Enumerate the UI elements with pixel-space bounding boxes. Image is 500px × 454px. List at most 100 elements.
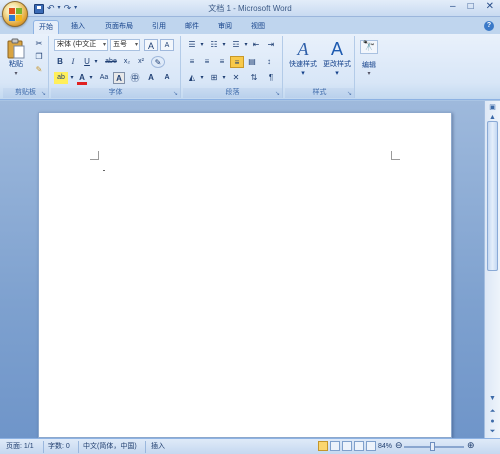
clipboard-group: 粘贴 ▾ ✂ ❐ ✎ 剪贴板 ↘: [3, 36, 49, 98]
zoom-level[interactable]: 84%: [378, 442, 392, 452]
insert-mode[interactable]: 插入: [151, 442, 165, 452]
scroll-thumb[interactable]: [487, 121, 498, 271]
numbering-dropdown-icon[interactable]: ▾: [221, 39, 227, 51]
show-marks-icon[interactable]: ¶: [264, 72, 278, 84]
full-screen-reading-icon[interactable]: [330, 441, 340, 451]
document-page[interactable]: [38, 112, 452, 438]
help-icon[interactable]: ?: [484, 21, 494, 31]
chevron-down-icon: ▾: [102, 42, 106, 48]
styles-launcher-icon[interactable]: ↘: [347, 90, 352, 97]
increase-indent-icon[interactable]: ⇥: [264, 39, 278, 51]
change-styles-button[interactable]: A 更改样式 ▾: [321, 38, 353, 84]
font-size-select[interactable]: 五号 ▾: [110, 39, 140, 51]
quick-styles-button[interactable]: A 快速样式 ▾: [287, 38, 319, 84]
styles-group-label: 样式: [285, 88, 354, 98]
highlight-dropdown-icon[interactable]: ▾: [69, 72, 75, 84]
phonetic-guide-button[interactable]: A: [161, 72, 173, 84]
margin-mark-top-right: [391, 151, 400, 160]
paste-dropdown-icon[interactable]: ▾: [5, 70, 27, 77]
subscript-button[interactable]: x₂: [121, 56, 133, 68]
restore-button[interactable]: □: [468, 1, 474, 12]
tab-insert[interactable]: 插入: [66, 20, 90, 34]
bold-button[interactable]: B: [55, 56, 65, 68]
highlight-button[interactable]: ab: [54, 72, 68, 84]
styles-group: A 快速样式 ▾ A 更改样式 ▾ 样式 ↘: [285, 36, 355, 98]
sort-icon[interactable]: ⇅: [247, 72, 261, 84]
clear-formatting-icon[interactable]: ✎: [151, 56, 165, 68]
strikethrough-button[interactable]: abe: [103, 56, 119, 68]
editing-label: 编辑: [362, 62, 376, 69]
baidu-watermark: Bai经验 jingyan.baidu.com: [384, 404, 445, 429]
editing-group[interactable]: 🔭 编辑 ▾: [357, 36, 381, 98]
tab-page-layout[interactable]: 页面布局: [100, 20, 138, 34]
clipboard-launcher-icon[interactable]: ↘: [41, 90, 46, 97]
tab-references[interactable]: 引用: [147, 20, 171, 34]
quick-styles-icon: A: [297, 39, 309, 59]
superscript-button[interactable]: x²: [135, 56, 147, 68]
outline-view-icon[interactable]: [354, 441, 364, 451]
print-layout-icon[interactable]: [318, 441, 328, 451]
bullets-dropdown-icon[interactable]: ▾: [199, 39, 205, 51]
zoom-slider-knob[interactable]: [430, 442, 435, 451]
status-divider: [145, 441, 146, 453]
document-workspace: [0, 101, 484, 438]
watermark-subtext: jingyan.baidu.com: [384, 422, 446, 429]
shading-icon[interactable]: ◭: [185, 72, 199, 84]
format-painter-icon[interactable]: ✎: [33, 64, 45, 75]
italic-button[interactable]: I: [68, 56, 78, 68]
vertical-scrollbar[interactable]: ▣ ▲ ▼ ⏶ ● ⏷: [484, 101, 500, 438]
line-spacing-icon[interactable]: ↕: [262, 56, 276, 68]
change-case-button[interactable]: Aa: [97, 72, 111, 84]
borders-icon[interactable]: ⊞: [207, 72, 221, 84]
enclose-character-button[interactable]: ㊥: [129, 72, 141, 84]
chevron-down-icon: ▾: [134, 42, 138, 48]
minimize-button[interactable]: –: [450, 1, 456, 12]
language-indicator[interactable]: 中文(简体，中国): [83, 442, 137, 452]
scroll-down-icon[interactable]: ▼: [486, 393, 499, 404]
font-launcher-icon[interactable]: ↘: [173, 90, 178, 97]
page-count[interactable]: 页面: 1/1: [6, 442, 34, 452]
bullets-icon[interactable]: ☰: [185, 39, 199, 51]
office-button[interactable]: [2, 1, 28, 27]
paste-icon: [7, 38, 25, 59]
draft-view-icon[interactable]: [366, 441, 376, 451]
align-right-icon[interactable]: ≡: [215, 56, 229, 68]
zoom-out-icon[interactable]: ⊖: [395, 440, 403, 450]
web-layout-icon[interactable]: [342, 441, 352, 451]
chevron-down-icon: ▾: [301, 70, 305, 77]
underline-button[interactable]: U: [82, 56, 92, 68]
copy-icon[interactable]: ❐: [33, 51, 45, 62]
tab-home[interactable]: 开始: [33, 20, 59, 34]
grow-font-button[interactable]: A: [144, 39, 158, 51]
align-left-icon[interactable]: ≡: [185, 56, 199, 68]
font-color-button[interactable]: A: [77, 72, 87, 85]
asian-layout-icon[interactable]: ✕: [229, 72, 243, 84]
numbering-icon[interactable]: ☷: [207, 39, 221, 51]
justify-icon[interactable]: ≡: [230, 56, 244, 68]
paragraph-launcher-icon[interactable]: ↘: [275, 90, 280, 97]
title-bar: ↶ ▾ ↷ ▾ 文档 1 - Microsoft Word – □ ✕: [0, 0, 500, 17]
paste-button[interactable]: 粘贴 ▾: [5, 38, 27, 84]
character-border-button[interactable]: A: [145, 72, 157, 84]
character-shading-button[interactable]: A: [113, 72, 125, 84]
text-cursor: [103, 170, 105, 171]
word-count[interactable]: 字数: 0: [48, 442, 70, 452]
tab-view[interactable]: 视图: [246, 20, 270, 34]
tab-review[interactable]: 审阅: [213, 20, 237, 34]
decrease-indent-icon[interactable]: ⇤: [249, 39, 263, 51]
borders-dropdown-icon[interactable]: ▾: [221, 72, 227, 84]
font-size-value: 五号: [113, 41, 127, 48]
underline-dropdown-icon[interactable]: ▾: [93, 56, 99, 68]
font-color-dropdown-icon[interactable]: ▾: [88, 72, 94, 84]
shrink-font-button[interactable]: A: [160, 39, 174, 51]
font-name-select[interactable]: 宋体 (中文正 ▾: [54, 39, 108, 51]
shading-dropdown-icon[interactable]: ▾: [199, 72, 205, 84]
zoom-in-icon[interactable]: ⊕: [467, 440, 475, 450]
next-page-icon[interactable]: ⏷: [486, 426, 499, 437]
distributed-icon[interactable]: ▤: [245, 56, 259, 68]
multilevel-list-icon[interactable]: ☲: [229, 39, 243, 51]
tab-mailings[interactable]: 邮件: [180, 20, 204, 34]
align-center-icon[interactable]: ≡: [200, 56, 214, 68]
cut-icon[interactable]: ✂: [33, 38, 45, 49]
close-button[interactable]: ✕: [486, 1, 494, 12]
